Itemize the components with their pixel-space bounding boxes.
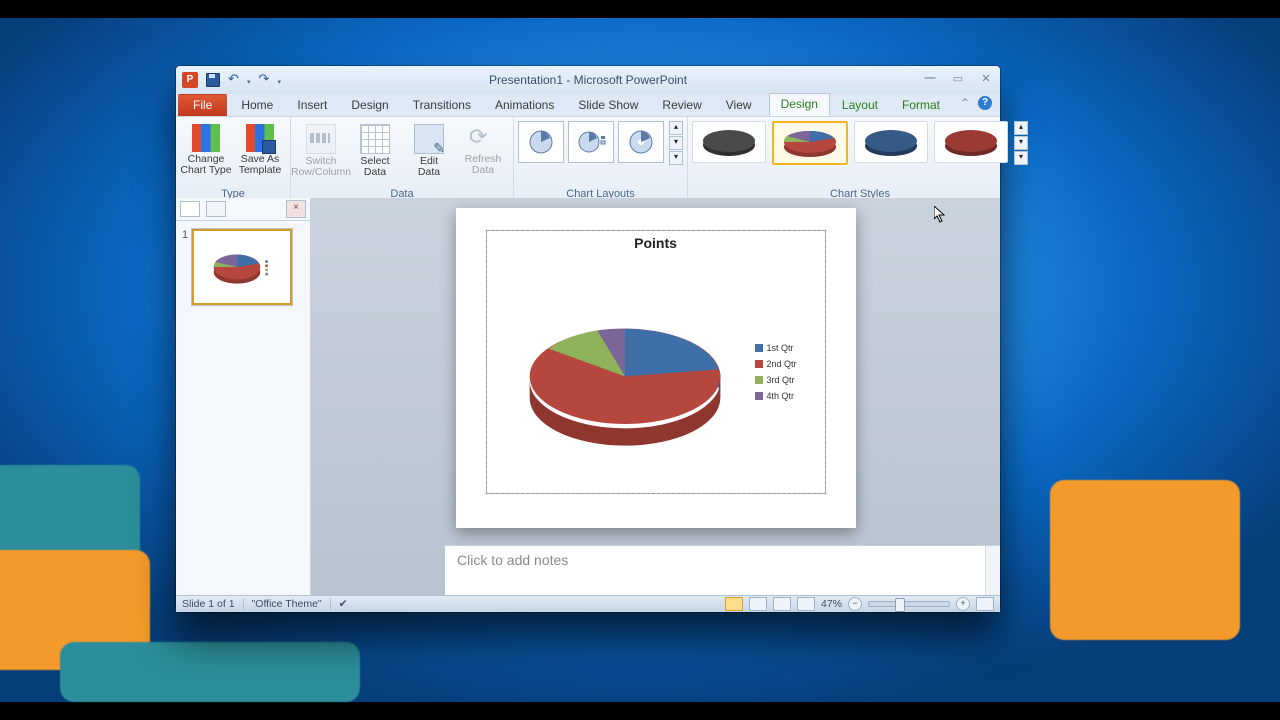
styles-scroll-up[interactable] (1014, 121, 1028, 135)
minimize-ribbon-icon[interactable] (960, 96, 970, 110)
layouts-scroll-up[interactable] (669, 121, 683, 135)
save-icon[interactable] (206, 73, 220, 87)
notes-placeholder: Click to add notes (457, 552, 568, 568)
window-title: Presentation1 - Microsoft PowerPoint (176, 73, 1000, 87)
select-data-label: Select Data (360, 156, 389, 178)
work-area: × 1 (176, 198, 1000, 596)
tab-animations[interactable]: Animations (483, 94, 566, 116)
chart-object[interactable]: Points (486, 230, 826, 494)
spellcheck-icon[interactable]: ✔ (339, 598, 348, 610)
select-data-icon (360, 124, 390, 154)
close-button[interactable] (978, 71, 994, 85)
zoom-out-button[interactable]: − (848, 597, 862, 611)
zoom-slider[interactable] (868, 601, 950, 607)
legend-swatch-q1 (755, 344, 763, 352)
zoom-percent: 47% (821, 598, 842, 610)
slide-canvas[interactable]: Points (311, 198, 1000, 596)
powerpoint-icon (182, 72, 198, 88)
app-window: Chart Tools Presentation1 - Microsoft Po… (176, 66, 1000, 612)
edit-data-icon (414, 124, 444, 154)
styles-more[interactable] (1014, 151, 1028, 165)
group-data: Switch Row/Column Select Data Edit Data … (291, 117, 514, 203)
change-chart-type-button[interactable]: Change Chart Type (180, 121, 232, 179)
view-sorter-button[interactable] (749, 597, 767, 611)
legend-label-q4: 4th Qtr (767, 391, 795, 401)
group-type: Change Chart Type Save As Template Type (176, 117, 291, 203)
chart-style-2[interactable] (772, 121, 848, 165)
tab-transitions[interactable]: Transitions (401, 94, 483, 116)
save-as-template-label: Save As Template (239, 154, 282, 176)
select-data-button[interactable]: Select Data (349, 121, 401, 181)
edit-data-label: Edit Data (418, 156, 440, 178)
status-theme: "Office Theme" (252, 598, 322, 610)
chart-style-4[interactable] (934, 121, 1008, 163)
legend-label-q1: 1st Qtr (767, 343, 794, 353)
refresh-icon (469, 124, 497, 152)
template-icon (246, 124, 274, 152)
pie-chart (495, 257, 755, 487)
zoom-in-button[interactable]: + (956, 597, 970, 611)
notes-pane[interactable]: Click to add notes (445, 545, 1000, 596)
save-as-template-button[interactable]: Save As Template (234, 121, 286, 179)
tab-view[interactable]: View (714, 94, 764, 116)
legend-swatch-q4 (755, 392, 763, 400)
maximize-button[interactable] (950, 71, 966, 85)
styles-scroll-down[interactable] (1014, 136, 1028, 150)
refresh-data-button: Refresh Data (457, 121, 509, 179)
help-icon[interactable]: ? (978, 96, 992, 110)
slide-number: 1 (182, 229, 188, 305)
switch-row-column-label: Switch Row/Column (291, 156, 351, 178)
group-chart-styles: Chart Styles (688, 117, 1032, 203)
slide-thumbnail-1[interactable]: 1 (182, 229, 304, 305)
chart-style-3[interactable] (854, 121, 928, 163)
chart-legend: 1st Qtr 2nd Qtr 3rd Qtr 4th Qtr (755, 257, 817, 487)
chart-type-icon (192, 124, 220, 152)
view-slideshow-button[interactable] (797, 597, 815, 611)
legend-label-q2: 2nd Qtr (767, 359, 797, 369)
context-tab-layout[interactable]: Layout (830, 94, 890, 116)
minimize-button[interactable] (922, 71, 938, 85)
refresh-data-label: Refresh Data (465, 154, 502, 176)
ribbon-tabs: File Home Insert Design Transitions Anim… (176, 94, 1000, 116)
switch-row-column-button: Switch Row/Column (295, 121, 347, 181)
undo-icon[interactable] (228, 73, 242, 87)
fit-to-window-button[interactable] (976, 597, 994, 611)
tab-design[interactable]: Design (339, 94, 400, 116)
notes-scrollbar[interactable] (985, 546, 1000, 596)
close-thumbnails-button[interactable]: × (286, 200, 306, 218)
change-chart-type-label: Change Chart Type (180, 154, 231, 176)
view-reading-button[interactable] (773, 597, 791, 611)
slide[interactable]: Points (456, 208, 856, 528)
chart-layout-2[interactable] (568, 121, 614, 163)
legend-swatch-q2 (755, 360, 763, 368)
edit-data-button[interactable]: Edit Data (403, 121, 455, 181)
tab-home[interactable]: Home (229, 94, 285, 116)
chart-style-1[interactable] (692, 121, 766, 163)
tab-review[interactable]: Review (650, 94, 713, 116)
thumbnails-view-slides[interactable] (180, 201, 200, 217)
redo-icon[interactable] (259, 73, 273, 87)
chart-title: Points (487, 235, 825, 251)
context-tab-format[interactable]: Format (890, 94, 952, 116)
layouts-more[interactable] (669, 151, 683, 165)
view-normal-button[interactable] (725, 597, 743, 611)
chart-layout-1[interactable] (518, 121, 564, 163)
switch-icon (306, 124, 336, 154)
tab-slideshow[interactable]: Slide Show (566, 94, 650, 116)
ribbon: Change Chart Type Save As Template Type … (176, 116, 1000, 200)
legend-swatch-q3 (755, 376, 763, 384)
tab-file[interactable]: File (178, 94, 227, 116)
slide-thumbnails-panel: × 1 (176, 198, 311, 596)
group-chart-layouts: Chart Layouts (514, 117, 688, 203)
legend-label-q3: 3rd Qtr (767, 375, 795, 385)
title-bar: Presentation1 - Microsoft PowerPoint (176, 66, 1000, 94)
context-tab-design[interactable]: Design (769, 93, 830, 116)
tab-insert[interactable]: Insert (285, 94, 339, 116)
layouts-scroll-down[interactable] (669, 136, 683, 150)
thumbnails-view-outline[interactable] (206, 201, 226, 217)
chart-layout-3[interactable] (618, 121, 664, 163)
status-bar: Slide 1 of 1 "Office Theme" ✔ 47% − + (176, 595, 1000, 612)
status-slide-count: Slide 1 of 1 (182, 598, 235, 610)
